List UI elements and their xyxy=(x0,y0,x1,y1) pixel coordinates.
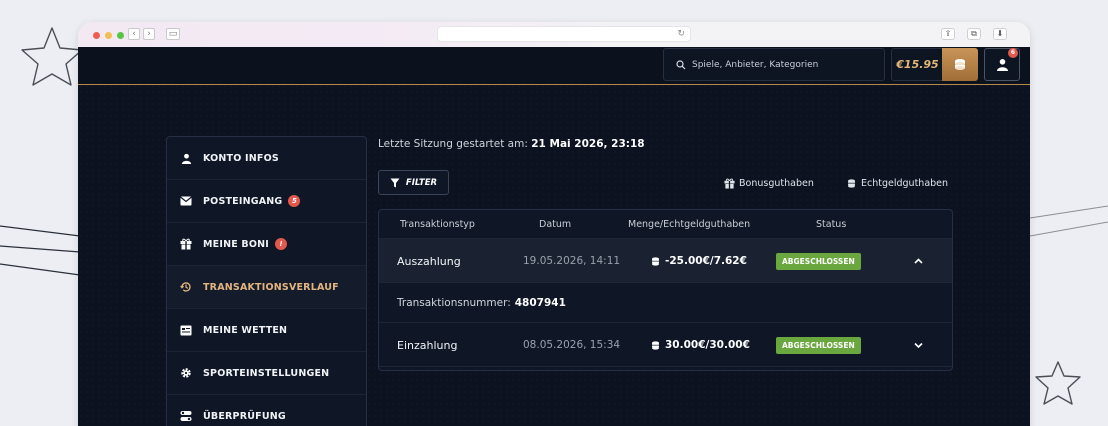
coins-icon xyxy=(652,340,659,350)
sidebar-item-label: MEINE WETTEN xyxy=(203,324,288,336)
envelope-icon xyxy=(179,194,193,208)
filter-label: FILTER xyxy=(405,177,438,188)
maximize-window-button[interactable] xyxy=(117,32,124,39)
user-icon xyxy=(179,151,193,165)
sidebar-item-label: POSTEINGANG xyxy=(203,195,283,207)
sidebar-item-posteingang[interactable]: POSTEINGANG 5 xyxy=(167,180,366,223)
transaction-date: 08.05.2026, 15:34 xyxy=(523,339,621,351)
unread-badge: 5 xyxy=(288,195,301,207)
close-window-button[interactable] xyxy=(93,32,100,39)
minimize-window-button[interactable] xyxy=(105,32,112,39)
balance-display[interactable]: €15.95 xyxy=(891,48,943,81)
sidebar-item-meine-boni[interactable]: MEINE BONI ! xyxy=(167,223,366,266)
status-cell: ABGESCHLOSSEN xyxy=(776,239,861,283)
star-icon xyxy=(21,27,83,86)
sidebar-item-transaktionsverlauf[interactable]: TRANSAKTIONSVERLAUF xyxy=(167,266,366,309)
tabs-icon[interactable]: ⧉ xyxy=(967,28,981,40)
history-icon xyxy=(179,280,193,294)
coins-icon xyxy=(848,179,855,188)
gift-icon xyxy=(724,178,735,189)
search-icon xyxy=(676,59,686,69)
share-icon[interactable]: ⇪ xyxy=(941,28,955,40)
chevron-up-icon[interactable] xyxy=(914,239,923,283)
table-header: Transaktionstyp Datum Menge/Echtgeldguth… xyxy=(379,210,952,239)
sidebar-item-sporteinstellungen[interactable]: SPORTEINSTELLUNGEN xyxy=(167,352,366,395)
sidebar-toggle-icon[interactable]: ▭ xyxy=(166,28,180,40)
transaction-type: Einzahlung xyxy=(397,338,458,352)
filter-button[interactable]: FILTER xyxy=(378,170,449,195)
transaction-amount: -25.00€/7.62€ xyxy=(650,239,747,283)
status-cell: ABGESCHLOSSEN xyxy=(776,323,861,367)
last-session-value: 21 Mai 2026, 23:18 xyxy=(531,138,645,150)
download-icon[interactable]: ⬇ xyxy=(993,28,1007,40)
column-header-status: Status xyxy=(816,218,847,230)
toggle-icon xyxy=(179,409,193,423)
search-placeholder: Spiele, Anbieter, Kategorien xyxy=(692,59,819,70)
coins-icon xyxy=(652,256,659,266)
browser-toolbar: ‹ › ▭ ↻ ⇪ ⧉ ⬇ xyxy=(78,22,1030,47)
back-icon[interactable]: ‹ xyxy=(128,28,140,40)
sidebar-item-label: ÜBERPRÜFUNG xyxy=(203,410,286,422)
sidebar-item-label: SPORTEINSTELLUNGEN xyxy=(203,367,330,379)
transaction-number-value: 4807941 xyxy=(514,297,566,309)
filter-icon xyxy=(390,178,400,187)
site-header: Spiele, Anbieter, Kategorien €15.95 6 xyxy=(78,47,1030,85)
transaction-type: Auszahlung xyxy=(397,254,461,268)
alert-badge: ! xyxy=(275,238,288,250)
ticket-icon xyxy=(179,323,193,337)
amount-value: 30.00€/30.00€ xyxy=(665,339,750,351)
last-session-label: Letzte Sitzung gestartet am: xyxy=(378,138,528,150)
gear-icon xyxy=(179,366,193,380)
legend-real-money: Echtgeldguthaben xyxy=(846,178,948,189)
transaction-date: 19.05.2026, 14:11 xyxy=(523,255,621,267)
forward-icon[interactable]: › xyxy=(143,28,155,40)
profile-button[interactable]: 6 xyxy=(984,48,1020,81)
casino-site: Spiele, Anbieter, Kategorien €15.95 6 KO… xyxy=(78,47,1030,426)
legend-real-money-label: Echtgeldguthaben xyxy=(861,178,949,189)
browser-window: ‹ › ▭ ↻ ⇪ ⧉ ⬇ Spiele, Anbieter, Kategori… xyxy=(78,22,1030,426)
address-bar[interactable]: ↻ xyxy=(438,27,690,41)
amount-value: -25.00€/7.62€ xyxy=(665,255,747,267)
user-icon xyxy=(996,59,1008,71)
table-row[interactable]: Einzahlung 08.05.2026, 15:34 30.00€/30.0… xyxy=(379,323,952,367)
legend-bonus: Bonusguthaben xyxy=(724,178,814,189)
column-header-amount: Menge/Echtgeldguthaben xyxy=(628,218,751,230)
transaction-table: Transaktionstyp Datum Menge/Echtgeldguth… xyxy=(378,209,953,371)
account-sidebar: KONTO INFOS POSTEINGANG 5 MEINE BONI ! T… xyxy=(166,136,367,426)
sidebar-item-ueberpruefung[interactable]: ÜBERPRÜFUNG xyxy=(167,395,366,426)
transaction-number: Transaktionsnummer: 4807941 xyxy=(397,283,566,323)
coins-icon xyxy=(955,58,965,70)
column-header-type: Transaktionstyp xyxy=(400,218,475,230)
gift-icon xyxy=(179,237,193,251)
sidebar-item-label: KONTO INFOS xyxy=(203,152,279,164)
wallet-button[interactable] xyxy=(942,48,978,81)
sidebar-item-label: MEINE BONI xyxy=(203,238,270,250)
sidebar-item-label: TRANSAKTIONSVERLAUF xyxy=(203,281,339,293)
chevron-down-icon[interactable] xyxy=(914,323,923,367)
reload-icon[interactable]: ↻ xyxy=(677,27,685,41)
star-icon xyxy=(1035,361,1081,405)
notification-badge: 6 xyxy=(1008,48,1018,58)
transaction-detail-row: Transaktionsnummer: 4807941 xyxy=(379,283,952,323)
transaction-amount: 30.00€/30.00€ xyxy=(650,323,750,367)
last-session-info: Letzte Sitzung gestartet am: 21 Mai 2026… xyxy=(378,138,645,150)
status-badge: ABGESCHLOSSEN xyxy=(776,336,861,354)
column-header-date: Datum xyxy=(539,218,572,230)
sidebar-item-meine-wetten[interactable]: MEINE WETTEN xyxy=(167,309,366,352)
search-input[interactable]: Spiele, Anbieter, Kategorien xyxy=(663,48,885,81)
transaction-number-label: Transaktionsnummer: xyxy=(397,297,511,309)
sidebar-item-konto-infos[interactable]: KONTO INFOS xyxy=(167,137,366,180)
legend-bonus-label: Bonusguthaben xyxy=(739,178,814,189)
table-row[interactable]: Auszahlung 19.05.2026, 14:11 -25.00€/7.6… xyxy=(379,239,952,283)
status-badge: ABGESCHLOSSEN xyxy=(776,252,861,270)
